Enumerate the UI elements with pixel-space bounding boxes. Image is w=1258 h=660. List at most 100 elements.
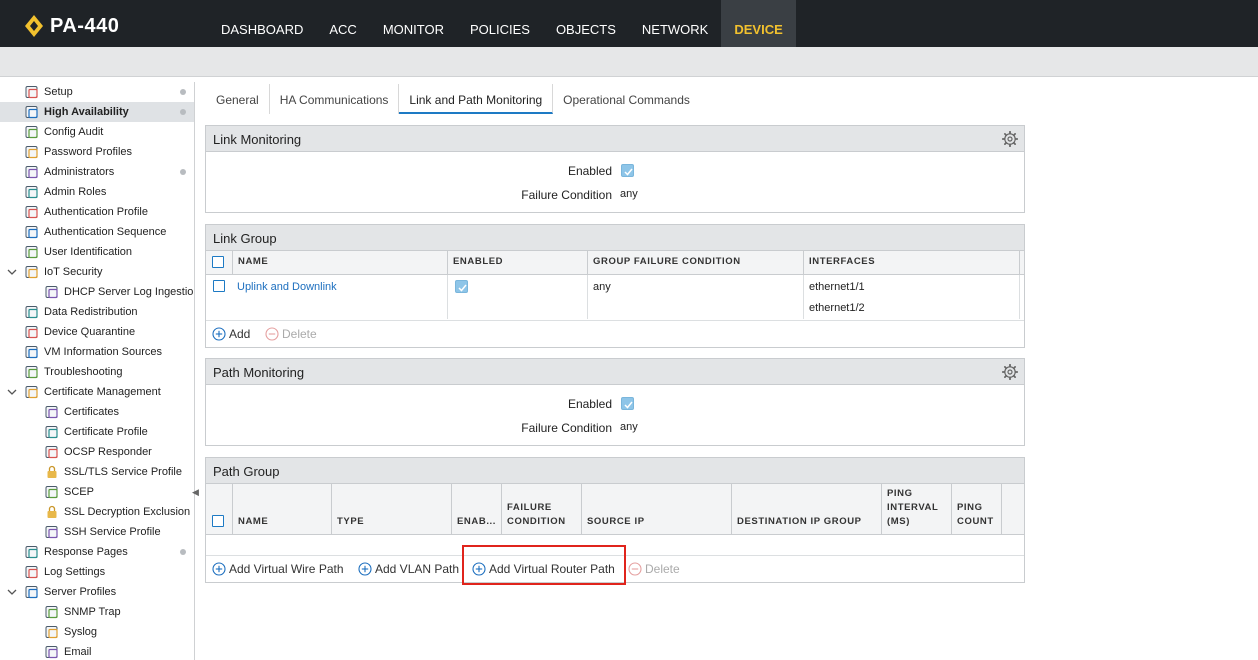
column-header[interactable]: PING COUNT [952, 484, 1002, 534]
column-header[interactable]: PING INTERVAL (MS) [882, 484, 952, 534]
sidebar-item-admin-roles[interactable]: Admin Roles [0, 182, 194, 202]
nav-dashboard[interactable]: DASHBOARD [208, 0, 316, 47]
sidebar: Setup High Availability Config Audit Passwo… [0, 82, 195, 660]
sidebar-item-device-quarantine[interactable]: Device Quarantine [0, 322, 194, 342]
sidebar-item-label: SSL/TLS Service Profile [64, 466, 182, 478]
column-header[interactable]: DESTINATION IP GROUP [732, 484, 882, 534]
lock-icon [47, 465, 57, 478]
sidebar-item-scep[interactable]: SCEP [0, 482, 194, 502]
enabled-label: Enabled [567, 397, 612, 411]
sidebar-item-label: Syslog [64, 626, 98, 638]
nav-policies[interactable]: POLICIES [457, 0, 543, 47]
main-nav: DASHBOARD ACC MONITOR POLICIES OBJECTS N… [208, 0, 796, 47]
gear-icon[interactable] [1002, 131, 1018, 147]
column-header[interactable]: GROUP FAILURE CONDITION [588, 251, 804, 274]
sidebar-item-authentication-profile[interactable]: Authentication Profile [0, 202, 194, 222]
sidebar-item-ssl-decryption-exclusion[interactable]: SSL Decryption Exclusion [0, 502, 194, 522]
syslog-icon [45, 626, 58, 639]
gear-icon[interactable] [1002, 364, 1018, 380]
chevron-down-icon[interactable] [6, 266, 18, 278]
sidebar-item-config-audit[interactable]: Config Audit [0, 122, 194, 142]
sidebar-item-certificates[interactable]: Certificates [0, 402, 194, 422]
chevron-down-icon[interactable] [6, 386, 18, 398]
column-header[interactable]: SOURCE IP [582, 484, 732, 534]
sidebar-item-response-pages[interactable]: Response Pages [0, 542, 194, 562]
column-header[interactable]: ENABLED [448, 251, 588, 274]
add-link-group-button[interactable]: Add [212, 326, 250, 342]
sidebar-item-server-profiles[interactable]: Server Profiles [0, 582, 194, 602]
sidebar-item-dhcp-server-log-ingestion[interactable]: DHCP Server Log Ingestion [0, 282, 194, 302]
sidebar-item-label: Password Profiles [44, 146, 133, 158]
path-group-toolbar: Add Virtual Wire Path Add VLAN Path Add … [206, 555, 1024, 581]
sidebar-item-label: OCSP Responder [64, 446, 152, 458]
sidebar-item-syslog[interactable]: Syslog [0, 622, 194, 642]
sidebar-item-certificate-profile[interactable]: Certificate Profile [0, 422, 194, 442]
sidebar-item-ssh-service-profile[interactable]: SSH Service Profile [0, 522, 194, 542]
add-icon [358, 562, 372, 576]
sidebar-item-authentication-sequence[interactable]: Authentication Sequence [0, 222, 194, 242]
column-header[interactable]: TYPE [332, 484, 452, 534]
sidebar-item-certificate-management[interactable]: Certificate Management [0, 382, 194, 402]
add-virtual-router-path-button[interactable]: Add Virtual Router Path [472, 561, 615, 577]
nav-device[interactable]: DEVICE [721, 0, 796, 47]
tab-link-and-path-monitoring[interactable]: Link and Path Monitoring [399, 84, 554, 114]
column-header[interactable]: FAILURE CONDITION [502, 484, 582, 534]
nav-objects[interactable]: OBJECTS [543, 0, 629, 47]
email-icon [45, 646, 58, 659]
sidebar-item-iot-security[interactable]: IoT Security [0, 262, 194, 282]
column-header[interactable]: NAME [233, 484, 332, 534]
add-icon [212, 562, 226, 576]
sidebar-item-administrators[interactable]: Administrators [0, 162, 194, 182]
sidebar-item-user-identification[interactable]: User Identification [0, 242, 194, 262]
sidebar-item-label: Troubleshooting [44, 366, 123, 378]
sidebar-item-vm-information-sources[interactable]: VM Information Sources [0, 342, 194, 362]
sidebar-item-label: DHCP Server Log Ingestion [64, 286, 195, 298]
path-group-table-header: NAME TYPE ENAB... FAILURE CONDITION SOUR… [206, 484, 1024, 535]
certificate-management-icon [25, 386, 38, 399]
column-header[interactable]: ENAB... [452, 484, 502, 534]
select-all-checkbox[interactable] [212, 515, 224, 527]
nav-acc[interactable]: ACC [316, 0, 369, 47]
sidebar-item-ocsp-responder[interactable]: OCSP Responder [0, 442, 194, 462]
delete-path-button[interactable]: Delete [628, 561, 680, 577]
tab-general[interactable]: General [206, 84, 270, 114]
sidebar-item-ssl-tls-service-profile[interactable]: SSL/TLS Service Profile [0, 462, 194, 482]
sidebar-item-label: IoT Security [44, 266, 103, 278]
chevron-down-icon[interactable] [6, 586, 18, 598]
group-failure-condition: any [593, 281, 611, 293]
nav-network[interactable]: NETWORK [629, 0, 721, 47]
sidebar-collapse-handle[interactable]: ◀ [192, 487, 199, 503]
sidebar-item-label: Admin Roles [44, 186, 107, 198]
link-monitoring-title: Link Monitoring [213, 132, 302, 147]
row-select-checkbox[interactable] [213, 280, 225, 292]
panel-title: Link Monitoring [206, 126, 1024, 152]
link-group-name-link[interactable]: Uplink and Downlink [237, 281, 337, 293]
tab-ha-communications[interactable]: HA Communications [270, 84, 400, 114]
sidebar-item-data-redistribution[interactable]: Data Redistribution [0, 302, 194, 322]
add-virtual-wire-path-button[interactable]: Add Virtual Wire Path [212, 561, 344, 577]
sidebar-item-password-profiles[interactable]: Password Profiles [0, 142, 194, 162]
column-header[interactable]: INTERFACES [804, 251, 1020, 274]
sidebar-item-log-settings[interactable]: Log Settings [0, 562, 194, 582]
sidebar-item-snmp-trap[interactable]: SNMP Trap [0, 602, 194, 622]
sidebar-item-email[interactable]: Email [0, 642, 194, 660]
sidebar-item-high-availability[interactable]: High Availability [0, 102, 194, 122]
sidebar-item-troubleshooting[interactable]: Troubleshooting [0, 362, 194, 382]
sidebar-item-label: VM Information Sources [44, 346, 162, 358]
tab-operational-commands[interactable]: Operational Commands [553, 84, 700, 114]
select-all-checkbox[interactable] [212, 256, 224, 268]
authentication-profile-icon [25, 206, 38, 219]
nav-monitor[interactable]: MONITOR [370, 0, 457, 47]
server-profiles-icon [25, 586, 38, 599]
column-header[interactable]: NAME [233, 251, 448, 274]
path-monitoring-enabled-checkbox[interactable] [621, 397, 634, 410]
link-group-table-header: NAME ENABLED GROUP FAILURE CONDITION INT… [206, 251, 1024, 275]
sidebar-item-setup[interactable]: Setup [0, 82, 194, 102]
delete-link-group-button[interactable]: Delete [265, 326, 317, 342]
select-all-column [206, 251, 233, 274]
tab-bar: General HA Communications Link and Path … [206, 84, 700, 114]
sidebar-item-label: Email [64, 646, 92, 658]
link-monitoring-enabled-checkbox[interactable] [621, 164, 634, 177]
add-vlan-path-button[interactable]: Add VLAN Path [358, 561, 459, 577]
ocsp-icon [45, 446, 58, 459]
